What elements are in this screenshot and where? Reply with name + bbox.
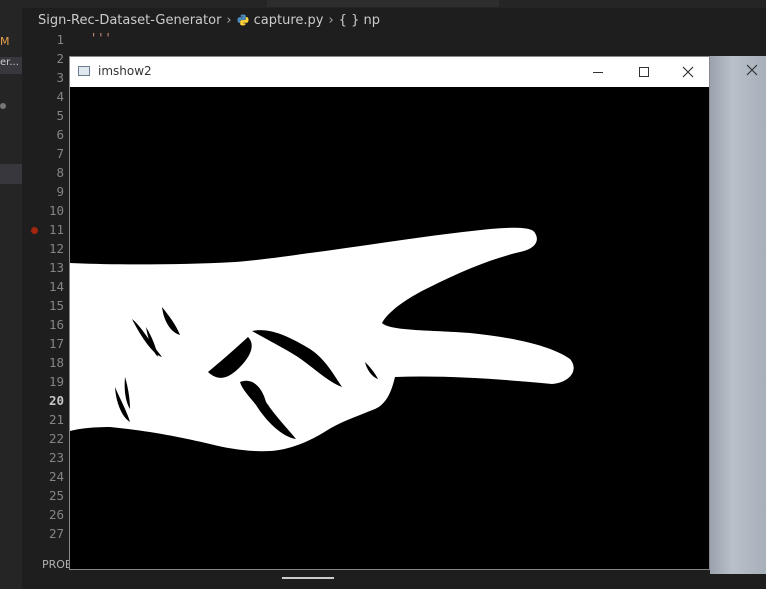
chevron-right-icon: › (328, 12, 334, 28)
line-number: 16 (48, 317, 64, 332)
close-button[interactable] (665, 57, 711, 87)
minimize-button[interactable] (575, 57, 621, 87)
maximize-button[interactable] (621, 57, 667, 87)
line-number: 17 (48, 336, 64, 351)
editor-tab[interactable] (267, 0, 499, 7)
line-number: 4 (56, 89, 64, 104)
camera-window (710, 56, 766, 574)
dot-icon (0, 103, 6, 109)
line-number: 25 (48, 488, 64, 503)
tab-bar (22, 0, 766, 8)
imshow-window: imshow2 (69, 56, 710, 570)
maximize-icon (639, 67, 649, 77)
line-number: 11 (48, 222, 64, 237)
line-number: 18 (48, 355, 64, 370)
line-number: 1 (56, 32, 64, 47)
activity-bar: M er... (0, 0, 22, 589)
line-number: 9 (56, 184, 64, 199)
source-control-badge: M (0, 35, 10, 48)
chevron-right-icon: › (226, 12, 232, 28)
line-number-active: 20 (48, 393, 64, 408)
hand-mask-image (70, 87, 709, 569)
line-number: 21 (48, 412, 64, 427)
line-number: 19 (48, 374, 64, 389)
image-canvas (70, 87, 709, 569)
line-number: 2 (56, 51, 64, 66)
line-number: 24 (48, 469, 64, 484)
line-number: 8 (56, 165, 64, 180)
window-titlebar[interactable]: imshow2 (70, 57, 709, 87)
breadcrumb: Sign-Rec-Dataset-Generator › capture.py … (38, 11, 380, 29)
line-number: 7 (56, 146, 64, 161)
line-number: 26 (48, 507, 64, 522)
line-number: 15 (48, 298, 64, 313)
python-icon (237, 14, 249, 26)
line-number: 13 (48, 260, 64, 275)
line-number: 3 (56, 70, 64, 85)
breadcrumb-folder[interactable]: Sign-Rec-Dataset-Generator (38, 13, 221, 28)
line-number: 27 (48, 526, 64, 541)
line-number: 22 (48, 431, 64, 446)
line-number: 5 (56, 108, 64, 123)
minimize-icon (593, 72, 603, 73)
explorer-item[interactable]: er... (0, 57, 22, 74)
line-number: 14 (48, 279, 64, 294)
window-title: imshow2 (98, 64, 152, 78)
activity-selected-item[interactable] (0, 164, 22, 184)
window-app-icon (78, 66, 90, 76)
line-number: 23 (48, 450, 64, 465)
close-icon (682, 66, 694, 78)
breadcrumb-file[interactable]: capture.py (254, 13, 324, 28)
line-number: 6 (56, 127, 64, 142)
line-number: 10 (48, 203, 64, 218)
tab-problems[interactable]: PROB (42, 558, 72, 571)
active-tab-underline (282, 577, 334, 579)
line-number: 12 (48, 241, 64, 256)
code-line-docstring[interactable]: ''' (90, 31, 112, 45)
breadcrumb-symbol[interactable]: { } np (339, 13, 380, 28)
close-icon[interactable] (740, 58, 764, 82)
